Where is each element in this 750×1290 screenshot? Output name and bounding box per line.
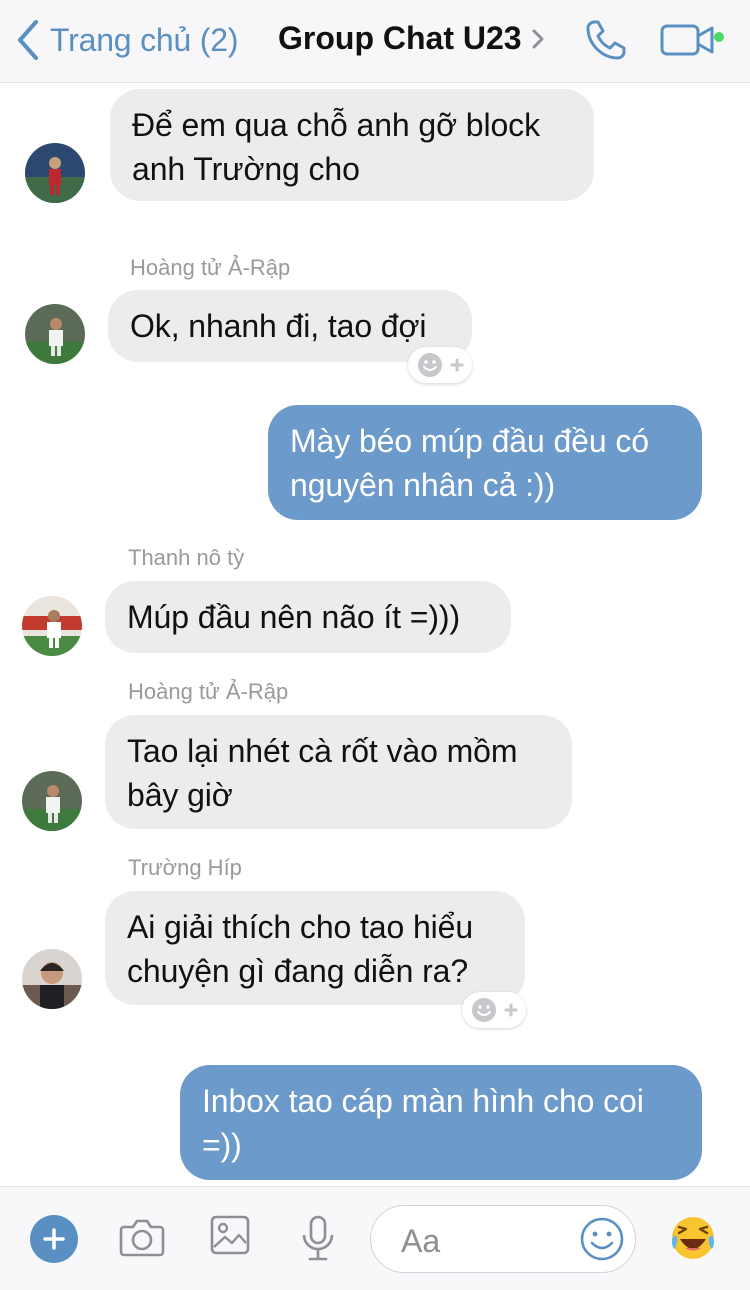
phone-icon[interactable] xyxy=(582,16,630,64)
back-button[interactable]: Trang chủ (2) xyxy=(16,18,238,62)
message-input[interactable]: Aa xyxy=(370,1205,636,1273)
sender-name: Thanh nô tỳ xyxy=(128,545,245,570)
message-line: Múp đầu nên não ít =))) xyxy=(127,599,461,635)
message-bubble[interactable]: Tao lại nhét cà rốt vào mồm bây giờ xyxy=(105,715,572,829)
message-bubble[interactable]: Mày béo múp đầu đều có nguyên nhân cả :)… xyxy=(268,405,702,520)
camera-icon[interactable] xyxy=(118,1215,166,1259)
message-line: =)) xyxy=(202,1127,242,1163)
chevron-right-icon xyxy=(532,29,544,48)
message-line: Để em qua chỗ anh gỡ block xyxy=(132,107,540,143)
chevron-left-icon xyxy=(18,20,38,60)
message-line: Ai giải thích cho tao hiểu xyxy=(127,909,474,945)
message-bubble[interactable]: Múp đầu nên não ít =))) xyxy=(105,581,511,653)
sender-name: Trường Híp xyxy=(128,855,242,880)
add-reaction-button[interactable] xyxy=(462,992,526,1028)
conversation-title-text: Group Chat U23 xyxy=(278,20,522,56)
plus-icon xyxy=(43,1228,65,1250)
message-bubble[interactable]: Ai giải thích cho tao hiểu chuyện gì đan… xyxy=(105,891,525,1005)
avatar[interactable] xyxy=(25,304,85,364)
message-line: Tao lại nhét cà rốt vào mồm xyxy=(127,733,518,769)
message-input-placeholder: Aa xyxy=(401,1223,441,1259)
message-line: anh Trường cho xyxy=(132,151,360,187)
avatar[interactable] xyxy=(22,596,82,656)
message-line: nguyên nhân cả :)) xyxy=(290,467,556,503)
message-line: Mày béo múp đầu đều có xyxy=(290,423,649,459)
message-line: chuyện gì đang diễn ra? xyxy=(127,953,469,989)
message-bubble[interactable]: Inbox tao cáp màn hình cho coi =)) xyxy=(180,1065,702,1180)
message-composer: Aa xyxy=(0,1186,750,1290)
online-status-dot xyxy=(714,32,724,42)
add-reaction-icon xyxy=(472,998,518,1022)
message-line: Ok, nhanh đi, tao đợi xyxy=(130,308,427,344)
add-reaction-button[interactable] xyxy=(408,347,472,383)
avatar[interactable] xyxy=(25,143,85,203)
add-reaction-icon xyxy=(418,353,464,377)
conversation-header: Trang chủ (2) Group Chat U23 xyxy=(0,0,750,83)
avatar[interactable] xyxy=(22,949,82,1009)
laughing-emoji-icon[interactable] xyxy=(668,1213,718,1263)
more-actions-button[interactable] xyxy=(30,1215,78,1263)
sender-name: Hoàng tử Ả-Rập xyxy=(130,255,291,280)
message-list: Để em qua chỗ anh gỡ block anh Trường ch… xyxy=(0,83,750,1185)
video-camera-icon[interactable] xyxy=(660,22,716,58)
message-line: Inbox tao cáp màn hình cho coi xyxy=(202,1083,644,1119)
back-label: Trang chủ (2) xyxy=(50,21,239,58)
message-bubble[interactable]: Để em qua chỗ anh gỡ block anh Trường ch… xyxy=(110,89,594,201)
message-line: bây giờ xyxy=(127,777,233,813)
sender-name: Hoàng tử Ả-Rập xyxy=(128,679,289,704)
image-icon[interactable] xyxy=(210,1215,250,1257)
conversation-title[interactable]: Group Chat U23 xyxy=(278,20,544,57)
microphone-icon[interactable] xyxy=(300,1215,336,1263)
avatar[interactable] xyxy=(22,771,82,831)
smiley-icon[interactable] xyxy=(579,1216,625,1262)
